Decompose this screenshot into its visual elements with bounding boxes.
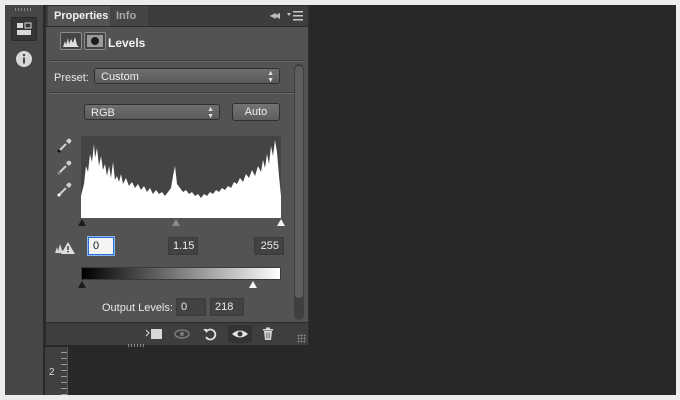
vertical-ruler: 2 bbox=[45, 347, 68, 395]
layer-mask-icon[interactable] bbox=[84, 32, 106, 50]
panel-icon-strip bbox=[5, 5, 44, 395]
output-white-field[interactable]: 218 bbox=[210, 298, 244, 316]
preset-label: Preset: bbox=[54, 72, 89, 84]
delete-icon[interactable] bbox=[256, 325, 280, 343]
view-previous-state-icon[interactable] bbox=[170, 325, 194, 343]
adjustment-header: Levels bbox=[46, 28, 308, 58]
panel-footer bbox=[46, 322, 308, 345]
visibility-eye-icon[interactable] bbox=[228, 325, 252, 343]
levels-adjustment-icon[interactable] bbox=[60, 32, 82, 50]
select-arrows-icon: ▲ ▼ bbox=[207, 106, 214, 120]
output-gradient-bar bbox=[81, 267, 281, 280]
output-black-field[interactable]: 0 bbox=[176, 298, 206, 316]
ruler-ticks bbox=[61, 347, 67, 395]
tab-info[interactable]: Info bbox=[110, 6, 148, 26]
select-arrows-icon: ▲ ▼ bbox=[267, 70, 274, 84]
panel-tab-bar: Properties Info ◀◀ bbox=[46, 6, 308, 27]
double-chevron-left-icon[interactable]: ◀◀ bbox=[270, 11, 280, 20]
app-window: Properties Info ◀◀ Levels Preset: Custom… bbox=[5, 5, 676, 395]
input-black-slider[interactable] bbox=[78, 219, 86, 226]
levels-histogram bbox=[81, 136, 281, 218]
panel-menu-icon[interactable] bbox=[286, 10, 304, 22]
reset-icon[interactable] bbox=[198, 325, 222, 343]
document-canvas[interactable] bbox=[314, 5, 676, 395]
auto-button[interactable]: Auto bbox=[232, 103, 280, 121]
black-point-eyedropper-icon[interactable] bbox=[56, 136, 74, 154]
panel-drag-grip[interactable] bbox=[128, 344, 144, 347]
preset-select[interactable]: Custom ▲ ▼ bbox=[94, 68, 280, 84]
ruler-label: 2 bbox=[49, 367, 55, 378]
output-white-slider[interactable] bbox=[249, 281, 257, 288]
properties-panel: Properties Info ◀◀ Levels Preset: Custom… bbox=[45, 5, 309, 345]
header-divider bbox=[50, 60, 304, 62]
clipping-warning-icon[interactable] bbox=[54, 239, 76, 255]
adjustment-title: Levels bbox=[108, 36, 146, 50]
gray-point-eyedropper-icon[interactable] bbox=[56, 158, 74, 176]
input-white-slider[interactable] bbox=[277, 219, 285, 226]
white-point-eyedropper-icon[interactable] bbox=[56, 180, 74, 198]
panel-scrollbar[interactable] bbox=[294, 64, 304, 320]
input-black-field[interactable]: 0 bbox=[88, 237, 114, 255]
preset-divider bbox=[50, 92, 304, 94]
preset-value: Custom bbox=[101, 71, 139, 83]
channel-value: RGB bbox=[91, 107, 115, 119]
info-icon[interactable] bbox=[11, 47, 37, 71]
input-midtone-slider[interactable] bbox=[172, 219, 180, 226]
properties-icon[interactable] bbox=[11, 17, 37, 41]
clip-to-layer-icon[interactable] bbox=[142, 325, 166, 343]
panel-resize-grip[interactable] bbox=[297, 334, 306, 343]
output-levels-label: Output Levels: bbox=[102, 302, 173, 314]
input-white-field[interactable]: 255 bbox=[254, 237, 284, 255]
scrollbar-thumb[interactable] bbox=[295, 66, 303, 298]
strip-grip[interactable] bbox=[15, 8, 33, 11]
output-black-slider[interactable] bbox=[78, 281, 86, 288]
input-midtone-field[interactable]: 1.15 bbox=[168, 237, 198, 255]
channel-select[interactable]: RGB ▲ ▼ bbox=[84, 104, 220, 120]
